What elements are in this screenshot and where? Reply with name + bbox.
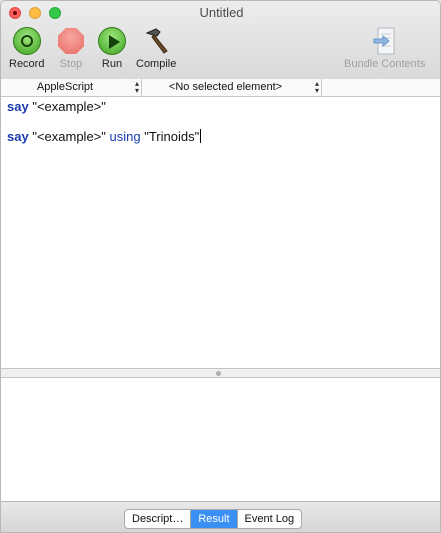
- code-string: "<example>": [32, 99, 106, 114]
- record-icon: [12, 27, 41, 55]
- code-line: say "<example>" using "Trinoids": [7, 129, 202, 144]
- compile-label: Compile: [136, 58, 177, 70]
- element-value: <No selected element>: [168, 81, 283, 93]
- code-string: "<example>": [32, 129, 106, 144]
- language-popup[interactable]: AppleScript ▴ ▾: [1, 79, 142, 96]
- code-string: "Trinoids": [144, 129, 200, 144]
- code-keyword: say: [7, 99, 29, 114]
- record-button[interactable]: Record: [9, 27, 44, 70]
- bundle-contents-icon: [373, 27, 395, 55]
- stop-icon: [58, 28, 84, 54]
- record-label: Record: [9, 58, 45, 70]
- pane-splitter[interactable]: [1, 368, 440, 378]
- code-keyword-using: using: [109, 129, 141, 144]
- navigation-bar: AppleScript ▴ ▾ <No selected element> ▴ ▾: [1, 79, 440, 97]
- run-icon: [98, 27, 126, 55]
- stop-button[interactable]: Stop: [58, 28, 84, 70]
- code-line: say "<example>": [7, 99, 106, 114]
- text-caret: [200, 129, 202, 143]
- compile-button[interactable]: Compile: [136, 27, 176, 70]
- tab-event-log[interactable]: Event Log: [238, 510, 302, 528]
- language-value: AppleScript: [36, 81, 94, 93]
- bundle-contents-button[interactable]: Bundle Contents: [344, 27, 425, 70]
- code-keyword: say: [7, 129, 29, 144]
- splitter-grip-icon: [216, 371, 221, 376]
- view-segmented-control: Descript… Result Event Log: [124, 509, 303, 529]
- script-editor[interactable]: say "<example>" say "<example>" using "T…: [1, 97, 440, 368]
- script-editor-window: Untitled Record Stop Run Compile Bundle …: [0, 0, 441, 533]
- title-toolbar-bar: Untitled Record Stop Run Compile Bundle …: [1, 1, 440, 80]
- bottom-bar: Descript… Result Event Log: [1, 501, 440, 532]
- stop-label: Stop: [59, 58, 83, 70]
- popup-arrows-icon: ▴ ▾: [314, 79, 319, 95]
- run-label: Run: [101, 58, 123, 70]
- hammer-icon: [145, 28, 168, 54]
- element-popup[interactable]: <No selected element> ▴ ▾: [142, 79, 322, 96]
- popup-arrows-icon: ▴ ▾: [134, 79, 139, 95]
- bundle-contents-label: Bundle Contents: [344, 58, 426, 70]
- run-button[interactable]: Run: [98, 27, 126, 70]
- window-title: Untitled: [199, 5, 244, 20]
- tab-result[interactable]: Result: [191, 510, 238, 528]
- result-pane: [1, 378, 440, 501]
- tab-description[interactable]: Descript…: [125, 510, 192, 528]
